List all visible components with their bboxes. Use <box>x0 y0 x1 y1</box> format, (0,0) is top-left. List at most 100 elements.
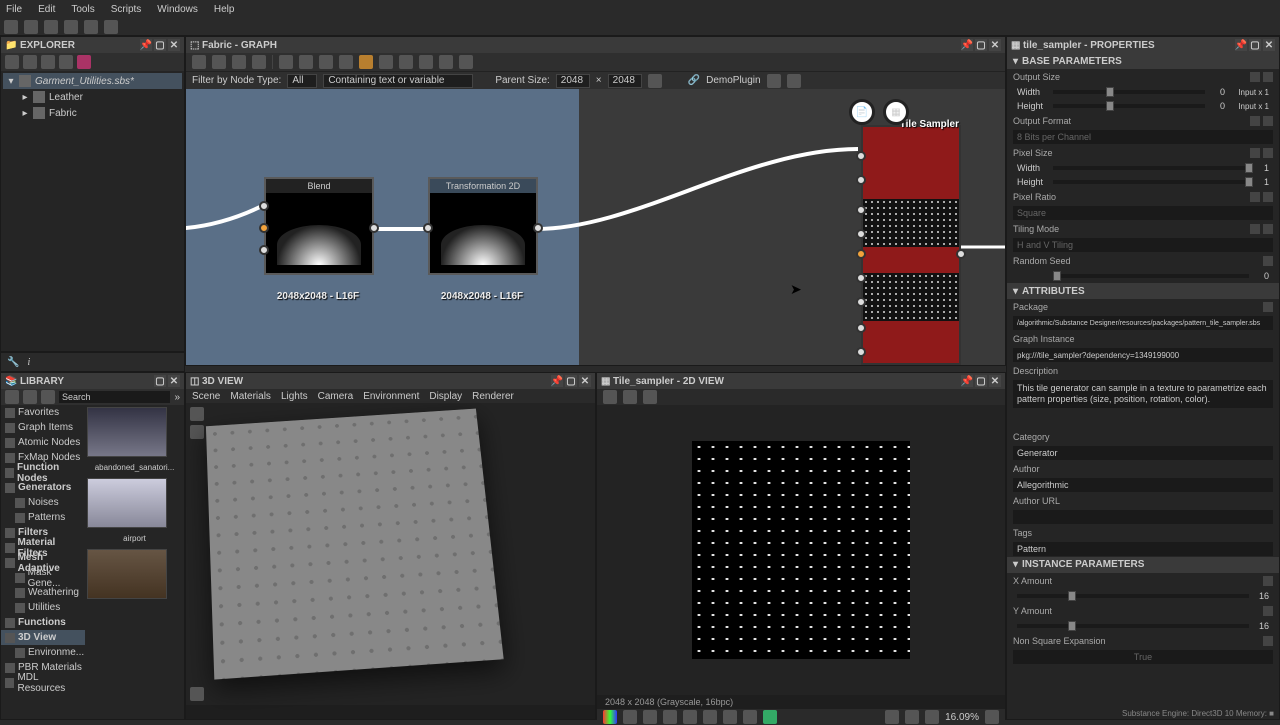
pixel-ratio-combo[interactable]: Square <box>1013 206 1273 220</box>
link-icon[interactable] <box>399 55 413 69</box>
output-format-combo[interactable]: 8 Bits per Channel <box>1013 130 1273 144</box>
lib-tree-item[interactable]: Mask Gene... <box>1 570 85 585</box>
ruler-icon[interactable] <box>703 710 717 724</box>
lib-tree-item[interactable]: MDL Resources <box>1 675 85 690</box>
pin-icon[interactable]: 📌 <box>140 39 152 51</box>
info-icon-i[interactable]: i <box>27 357 30 368</box>
home-small-icon[interactable] <box>787 74 801 88</box>
close-icon[interactable]: ✕ <box>168 375 180 387</box>
menu-edit[interactable]: Edit <box>38 4 55 15</box>
reset-icon[interactable] <box>1263 224 1273 234</box>
undo-icon[interactable] <box>84 20 98 34</box>
node-tile-sampler[interactable]: Tile Sampler 📄 ▦ <box>861 125 961 365</box>
non-square-combo[interactable]: True <box>1013 650 1273 664</box>
x-amount-slider[interactable] <box>1017 594 1249 598</box>
reset-icon[interactable] <box>1263 116 1273 126</box>
copy-icon[interactable] <box>623 390 637 404</box>
pin-icon[interactable]: 📌 <box>961 375 973 387</box>
save-icon[interactable] <box>64 20 78 34</box>
close-icon[interactable]: ✕ <box>579 375 591 387</box>
filter-text-combo[interactable]: Containing text or variable <box>323 74 473 88</box>
alpha-icon[interactable] <box>743 710 757 724</box>
opt-icon[interactable] <box>1250 224 1260 234</box>
tile-icon[interactable] <box>643 710 657 724</box>
info-icon[interactable] <box>683 710 697 724</box>
width-slider[interactable] <box>1053 90 1205 94</box>
menu-tools[interactable]: Tools <box>71 4 94 15</box>
tree-item-fabric[interactable]: ▸ Fabric <box>3 105 182 121</box>
width-mode[interactable]: Input x 1 <box>1231 88 1269 97</box>
lib-tree-item[interactable]: 3D View <box>1 630 85 645</box>
opt-icon[interactable] <box>1250 116 1260 126</box>
grid-icon[interactable]: ▦ <box>883 99 909 125</box>
edit-icon[interactable] <box>41 390 55 404</box>
input-port[interactable] <box>856 205 866 215</box>
section-base-params[interactable]: ▾BASE PARAMETERS <box>1007 53 1279 69</box>
output-port[interactable] <box>369 223 379 233</box>
input-port[interactable] <box>856 347 866 357</box>
lock-icon[interactable]: × <box>596 75 602 86</box>
opt-icon[interactable] <box>1250 72 1260 82</box>
node-blend[interactable]: Blend <box>264 177 374 275</box>
close-icon[interactable]: ✕ <box>1263 39 1275 51</box>
menu-help[interactable]: Help <box>214 4 235 15</box>
lib-tree-item[interactable]: Patterns <box>1 510 85 525</box>
reset-icon[interactable] <box>1263 256 1273 266</box>
frame-icon[interactable] <box>459 55 473 69</box>
reset-icon[interactable] <box>1263 636 1273 646</box>
doc-icon[interactable]: 📄 <box>849 99 875 125</box>
reset-icon[interactable] <box>1263 576 1273 586</box>
lib-tree-item[interactable]: Function Nodes <box>1 465 85 480</box>
section-instance-params[interactable]: ▾INSTANCE PARAMETERS <box>1007 557 1279 573</box>
maximize-icon[interactable]: ▢ <box>1249 39 1261 51</box>
section-attributes[interactable]: ▾ATTRIBUTES <box>1007 283 1279 299</box>
menu-file[interactable]: File <box>6 4 22 15</box>
menu-scripts[interactable]: Scripts <box>111 4 142 15</box>
ortho-icon[interactable] <box>190 425 204 439</box>
break-icon[interactable] <box>419 55 433 69</box>
reset-icon[interactable] <box>1263 148 1273 158</box>
redo-icon[interactable] <box>104 20 118 34</box>
tree-icon[interactable] <box>59 55 73 69</box>
info-icon[interactable]: 🔧 <box>7 357 19 368</box>
filter-icon[interactable] <box>5 390 19 404</box>
output-port[interactable] <box>956 249 966 259</box>
open-icon[interactable] <box>44 20 58 34</box>
input-port[interactable] <box>259 245 269 255</box>
grid-icon[interactable] <box>339 55 353 69</box>
node-icon[interactable] <box>359 55 373 69</box>
lib-tree-item[interactable]: Graph Items <box>1 420 85 435</box>
node-transformation[interactable]: Transformation 2D <box>428 177 538 275</box>
axis-icon[interactable] <box>190 407 204 421</box>
move-icon[interactable] <box>212 55 226 69</box>
height-mode[interactable]: Input x 1 <box>1231 102 1269 111</box>
search-input[interactable]: Search <box>59 391 170 403</box>
refresh-icon[interactable] <box>23 55 37 69</box>
expand-icon[interactable]: » <box>174 392 180 403</box>
link-icon[interactable] <box>5 55 19 69</box>
maximize-icon[interactable]: ▢ <box>975 375 987 387</box>
author-url-value[interactable] <box>1013 510 1273 524</box>
input-port[interactable] <box>856 229 866 239</box>
graph-canvas[interactable]: Blend 2048x2048 - L16F Transformation 2D… <box>186 89 1005 365</box>
close-icon[interactable]: ✕ <box>168 39 180 51</box>
arrange-icon[interactable] <box>319 55 333 69</box>
open-icon[interactable] <box>643 390 657 404</box>
add-icon[interactable] <box>41 55 55 69</box>
input-port[interactable] <box>856 151 866 161</box>
reset-icon[interactable] <box>1263 606 1273 616</box>
menu-scene[interactable]: Scene <box>192 391 220 402</box>
pin-icon[interactable]: 📌 <box>961 39 973 51</box>
home-icon[interactable] <box>4 20 18 34</box>
new-icon[interactable] <box>24 20 38 34</box>
pwidth-slider[interactable] <box>1053 166 1249 170</box>
height-slider[interactable] <box>1053 104 1205 108</box>
thumbnail[interactable] <box>87 478 167 528</box>
thumbnail[interactable] <box>87 407 167 457</box>
lib-tree-item[interactable]: Favorites <box>1 405 85 420</box>
close-icon[interactable]: ✕ <box>989 39 1001 51</box>
palette-icon[interactable] <box>252 55 266 69</box>
menu-environment[interactable]: Environment <box>363 391 419 402</box>
link-icon[interactable]: 🔗 <box>688 75 700 86</box>
grid-icon[interactable] <box>663 710 677 724</box>
